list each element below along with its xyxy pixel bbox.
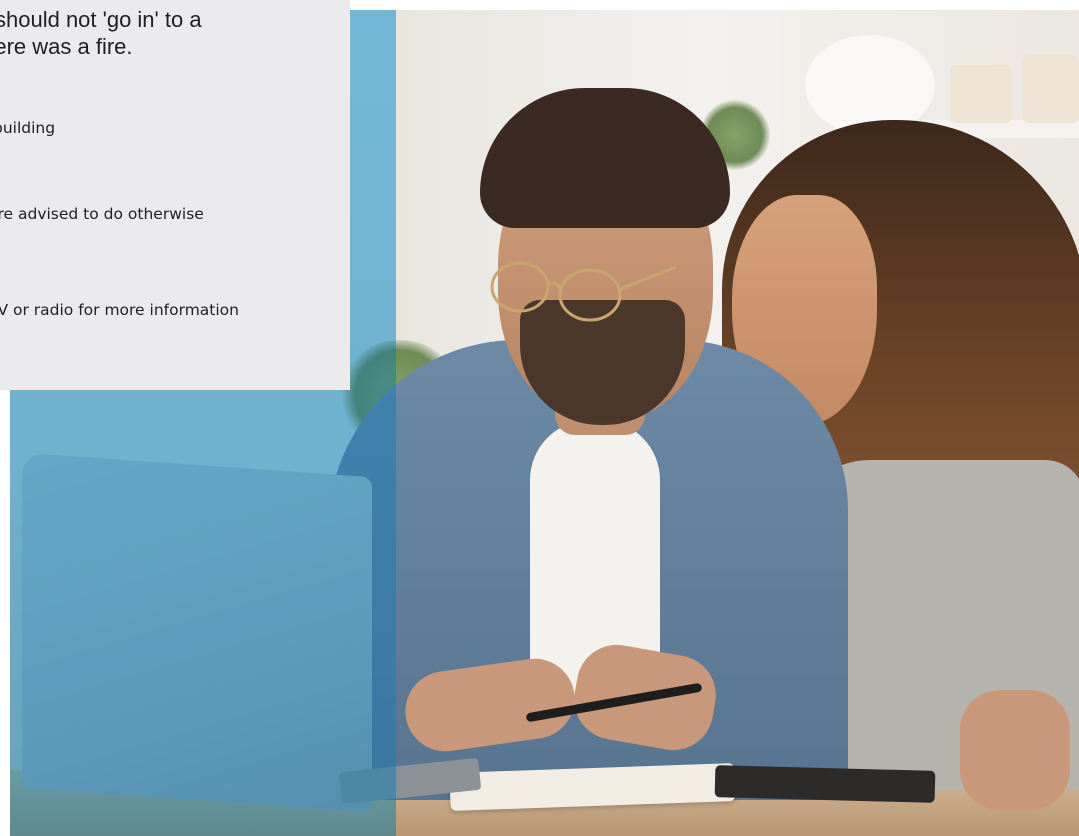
photo-jar xyxy=(950,65,1012,123)
intro-line: should not 'go in' to a xyxy=(0,7,202,32)
photo-hand xyxy=(960,690,1070,810)
photo-glasses xyxy=(490,261,677,322)
list-item: building xyxy=(0,119,56,137)
info-card: should not 'go in' to a there was a fire… xyxy=(0,0,350,390)
page: should not 'go in' to a there was a fire… xyxy=(0,0,1079,836)
photo-calculator xyxy=(714,765,936,803)
intro-line: there was a fire. xyxy=(0,34,133,59)
photo-jar xyxy=(1022,55,1079,123)
intro-text: should not 'go in' to a there was a fire… xyxy=(0,6,350,60)
list-item: are advised to do otherwise xyxy=(0,205,204,223)
list-item: TV or radio for more information xyxy=(0,301,239,319)
